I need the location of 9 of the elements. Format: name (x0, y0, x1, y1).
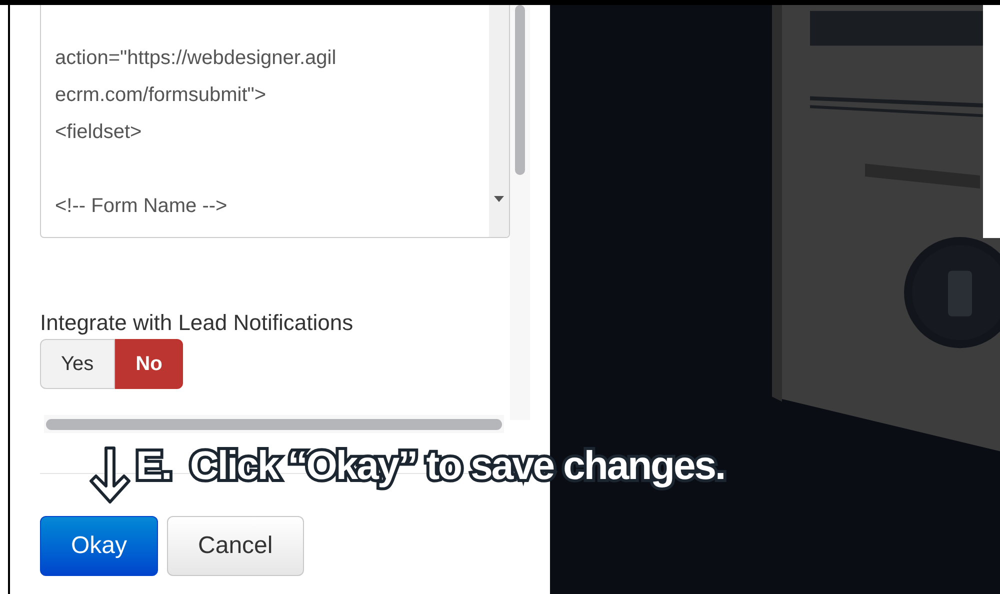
scroll-down-icon[interactable] (494, 196, 504, 202)
toggle-option[interactable]: No (114, 339, 184, 389)
okay-button[interactable]: Okay (40, 516, 158, 576)
vertical-scrollbar[interactable] (515, 5, 525, 175)
cancel-button[interactable]: Cancel (167, 516, 304, 576)
down-arrow-icon (88, 446, 132, 506)
horizontal-scrollbar[interactable] (46, 418, 502, 430)
toggle-option[interactable]: Yes (40, 339, 115, 389)
field-label: Integrate with Lead Notifications (40, 309, 354, 337)
